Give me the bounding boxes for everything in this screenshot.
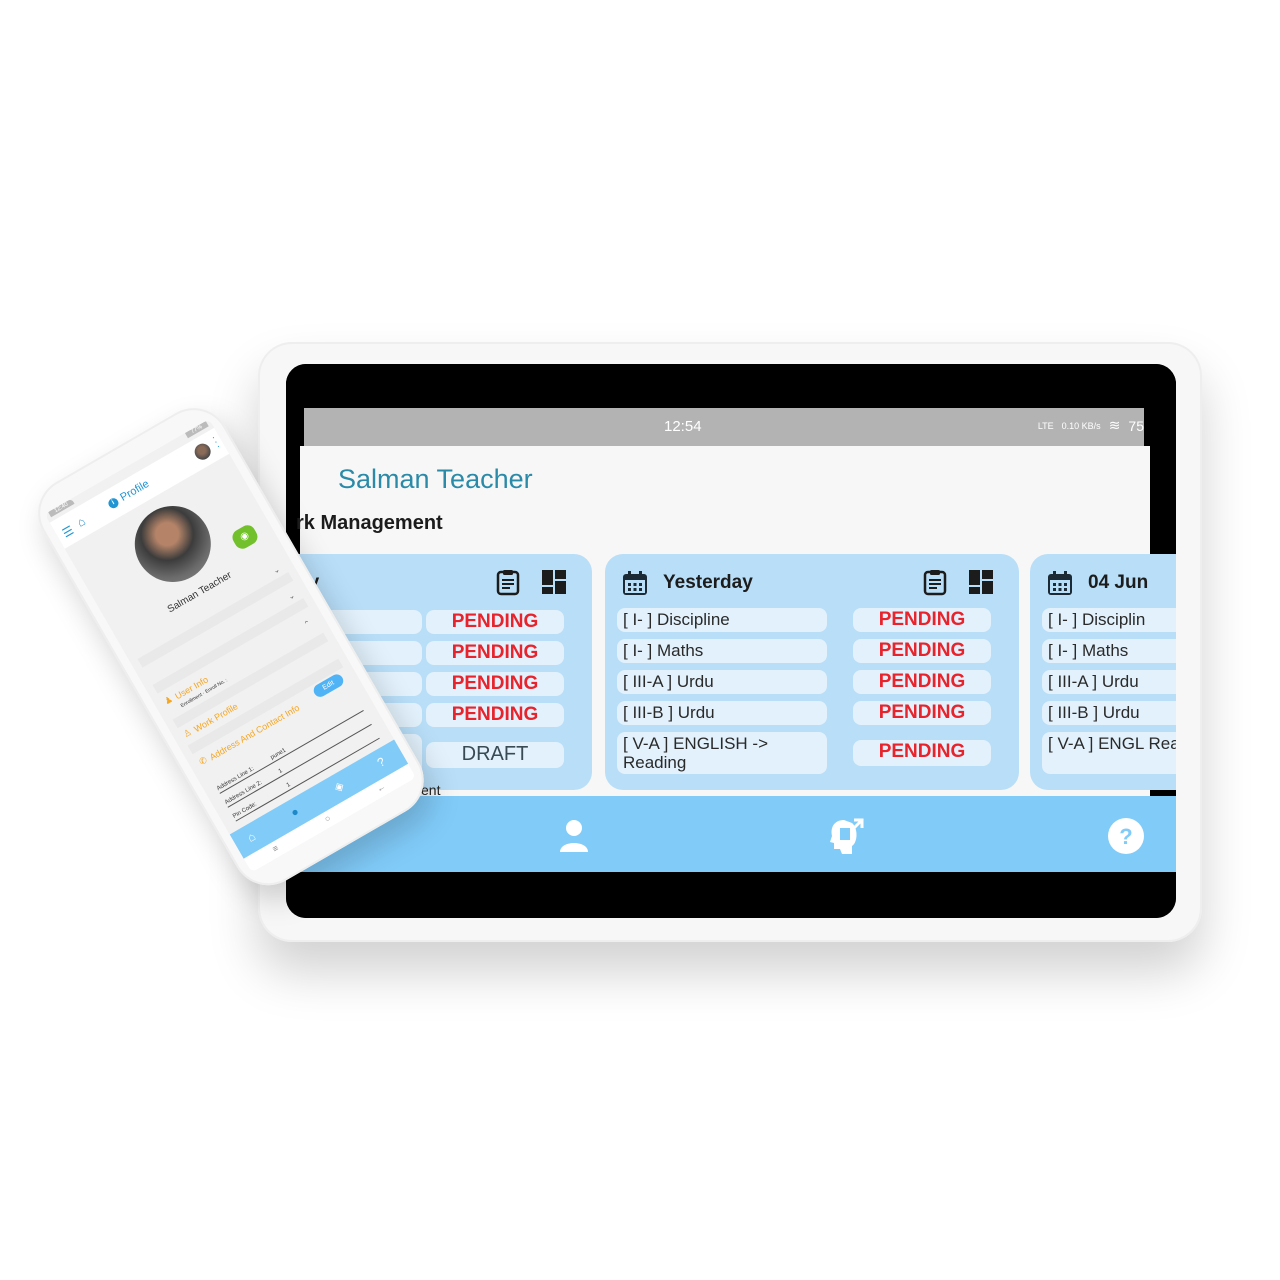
clipboard-icon[interactable] [921, 568, 949, 596]
dashboard-icon[interactable] [967, 568, 995, 596]
chevron-down-icon[interactable]: ⌄ [286, 591, 296, 602]
row-status: PENDING [853, 701, 991, 725]
network-speed: 0.10 KB/s [1061, 420, 1101, 431]
chevron-down-icon[interactable]: ⌄ [271, 565, 281, 576]
home-icon[interactable]: ⌂ [245, 829, 258, 845]
stage: 12:54 LTE 0.10 KB/s ≋ 75 Salman Teacher … [0, 0, 1280, 1280]
card-actions [921, 568, 995, 596]
row-status: PENDING [426, 610, 564, 634]
work-row[interactable]: [ V-A ] ENGLISH -> Reading PENDING [617, 732, 1007, 774]
person-icon[interactable] [554, 816, 594, 856]
bottom-tab-nav: ? [286, 796, 1176, 872]
home-icon[interactable]: ⌂ [74, 514, 87, 530]
card-header: 04 Jun [1046, 568, 1148, 598]
row-subject: [ I- ] Maths [1042, 639, 1176, 663]
calendar-icon [621, 569, 649, 597]
hamburger-menu-icon[interactable]: ☰ [60, 523, 76, 541]
card-header: Yesterday [621, 568, 753, 598]
row-subject: [ III-A ] Urdu [1042, 670, 1176, 694]
work-row[interactable]: [ III-A ] Urdu PENDING [617, 670, 1007, 694]
phone-call-icon: ✆ [197, 754, 209, 768]
status-bar: 12:54 LTE 0.10 KB/s ≋ 75 [304, 408, 1144, 446]
brain-puzzle-icon[interactable] [826, 816, 866, 856]
clipboard-icon[interactable] [494, 568, 522, 596]
work-row[interactable]: [ V-A ] ENGL Reading [1042, 732, 1176, 774]
dashboard-icon[interactable] [540, 568, 568, 596]
worker-icon: ♙ [181, 726, 194, 740]
more-options-icon[interactable]: · · · [209, 432, 222, 452]
info-icon: i [106, 496, 121, 511]
card-label: Yesterday [663, 572, 753, 593]
card-label: 04 Jun [1088, 572, 1149, 593]
recent-apps-icon[interactable]: ≡ [271, 843, 281, 854]
wifi-icon: ≋ [1108, 417, 1121, 433]
row-subject: [ III-B ] Urdu [1042, 701, 1176, 725]
row-subject: [ III-B ] Urdu [617, 701, 827, 725]
person-icon[interactable]: ● [288, 804, 301, 820]
back-arrow-icon[interactable]: ← [375, 781, 388, 794]
field-label: Pin Code: [232, 801, 258, 820]
day-card-yesterday[interactable]: Yesterday [ I- ] Discipline PENDING [I-… [605, 554, 1019, 790]
app-area: Salman Teacher rk Management ay [286, 446, 1176, 826]
work-row[interactable]: [ III-A ] Urdu [1042, 670, 1176, 694]
row-status: PENDING [426, 703, 564, 727]
tablet-top-bezel [286, 364, 1176, 408]
chevron-up-icon[interactable]: ⌃ [302, 618, 312, 629]
help-icon[interactable]: ? [1106, 816, 1146, 856]
work-row[interactable]: [ I- ] Discipline PENDING [617, 608, 1007, 632]
avatar-small[interactable] [191, 440, 214, 463]
row-status: PENDING [853, 639, 991, 663]
home-circle-icon[interactable]: ○ [323, 813, 333, 824]
row-subject: [ V-A ] ENGLISH -> Reading [617, 732, 827, 774]
tablet-bottom-bezel [286, 872, 1176, 918]
row-subject: [ I- ] Disciplin [1042, 608, 1176, 632]
row-status: PENDING [426, 672, 564, 696]
user-icon: ♟ [162, 693, 175, 707]
tablet-device: 12:54 LTE 0.10 KB/s ≋ 75 Salman Teacher … [258, 342, 1202, 942]
row-subject: [ I- ] Maths [617, 639, 827, 663]
row-status: DRAFT [426, 742, 564, 768]
battery-level: 75 [1128, 417, 1144, 434]
work-row[interactable]: [ I- ] Maths PENDING [617, 639, 1007, 663]
page-title-text: Profile [118, 477, 152, 504]
day-card-04-jun[interactable]: 04 Jun [ I- ] Disciplin [ I- ] Maths [ I… [1030, 554, 1176, 790]
camera-icon[interactable]: ◉ [229, 522, 261, 552]
row-status: PENDING [853, 608, 991, 632]
calendar-icon [1046, 569, 1074, 597]
row-subject: [ I- ] Discipline [617, 608, 827, 632]
brain-puzzle-icon[interactable]: ◈ [331, 778, 346, 795]
section-title: rk Management [296, 512, 443, 534]
status-time: 12:54 [664, 418, 702, 435]
work-row[interactable]: [ III-B ] Urdu PENDING [617, 701, 1007, 725]
work-row[interactable]: [ I- ] Disciplin [1042, 608, 1176, 632]
field-value: 1 [277, 768, 284, 775]
field-value: 1 [285, 781, 292, 789]
card-actions [494, 568, 568, 596]
network-indicator: LTE [1037, 420, 1054, 431]
help-icon[interactable]: ? [375, 754, 388, 769]
tablet-screen: 12:54 LTE 0.10 KB/s ≋ 75 Salman Teacher … [286, 364, 1176, 918]
row-status: PENDING [426, 641, 564, 665]
svg-text:?: ? [1119, 824, 1132, 849]
app-title: Salman Teacher [338, 464, 533, 494]
work-row[interactable]: [ III-B ] Urdu [1042, 701, 1176, 725]
work-row[interactable]: [ I- ] Maths [1042, 639, 1176, 663]
row-subject: [ V-A ] ENGL Reading [1042, 732, 1176, 774]
row-status: PENDING [853, 740, 991, 766]
status-indicators: LTE 0.10 KB/s ≋ 75 [1038, 417, 1144, 434]
row-subject: [ III-A ] Urdu [617, 670, 827, 694]
row-status: PENDING [853, 670, 991, 694]
